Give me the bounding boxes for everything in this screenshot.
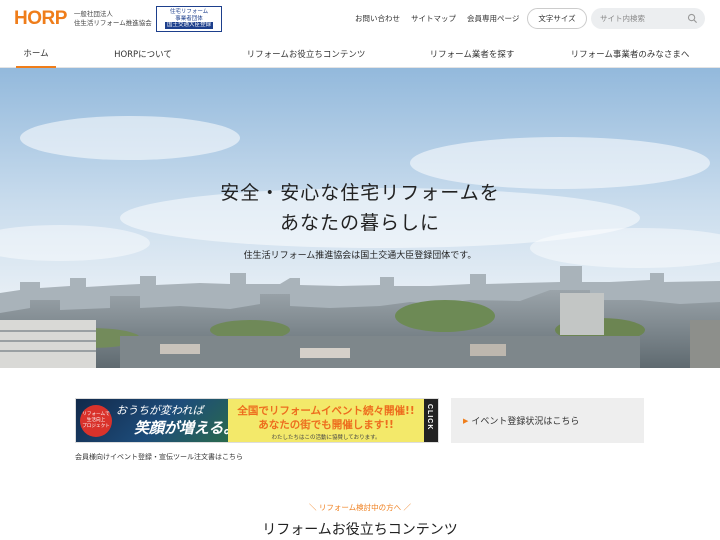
font-size-button[interactable]: 文字サイズ — [527, 8, 587, 29]
banner-headline-panel: 全国でリフォームイベント続々開催!! あなたの街でも開催します!! わたしたちは… — [228, 399, 424, 442]
event-status-label: イベント登録状況はこちら — [471, 417, 580, 427]
logo-mark: HORP — [14, 8, 67, 30]
contact-link[interactable]: お問い合わせ — [355, 13, 400, 24]
hero-title-line-1: 安全・安心な住宅リフォームを — [220, 182, 500, 204]
click-label: CLICK — [426, 404, 433, 431]
banner-note: わたしたちはこの活動に協賛しております。 — [271, 435, 381, 441]
nav-for-businesses[interactable]: リフォーム事業者のみなさまへ — [568, 40, 692, 68]
hero-title-line-2: あなたの暮らしに — [279, 212, 440, 234]
horp-logo[interactable]: HORP 一般社団法人 住生活リフォーム推進協会 — [14, 8, 152, 30]
registration-badge[interactable]: 住宅リフォーム 事業者団体 国土交通大臣登録 — [156, 6, 222, 32]
banner-campaign-panel: リフォームで 生活向上 プロジェクト おうちが変われば 笑顔が増える。 — [76, 399, 239, 442]
nav-reform-contents[interactable]: リフォームお役立ちコンテンツ — [240, 40, 372, 68]
hero-subtitle: 住生活リフォーム推進協会は国土交通大臣登録団体です。 — [243, 251, 477, 261]
caret-right-icon: ▶ — [463, 416, 469, 425]
nav-about[interactable]: HORPについて — [100, 40, 186, 68]
site-search — [591, 8, 705, 29]
member-page-link[interactable]: 会員専用ページ — [467, 13, 519, 24]
search-input[interactable] — [600, 11, 686, 26]
banner-headline-2: あなたの街でも開催します!! — [258, 419, 394, 431]
order-form-link[interactable]: 会員様向けイベント登録・宣伝ツール注文書はこちら — [75, 452, 243, 462]
org-name: 一般社団法人 住生活リフォーム推進協会 — [74, 10, 152, 28]
banner-click-tab: CLICK — [424, 399, 438, 442]
global-nav: ホーム HORPについて リフォームお役立ちコンテンツ リフォーム業者を探す リ… — [0, 40, 720, 68]
section-title: リフォームお役立ちコンテンツ — [262, 522, 458, 538]
site-header: HORP 一般社団法人 住生活リフォーム推進協会 住宅リフォーム 事業者団体 国… — [0, 0, 720, 38]
nav-home[interactable]: ホーム — [16, 40, 56, 68]
project-emblem: リフォームで 生活向上 プロジェクト — [80, 405, 112, 437]
emblem-line-3: プロジェクト — [82, 423, 110, 429]
hero-visual: 安全・安心な住宅リフォームを あなたの暮らしに 住生活リフォーム推進協会は国土交… — [0, 68, 720, 368]
badge-line-3: 国土交通大臣登録 — [164, 22, 213, 29]
sitemap-link[interactable]: サイトマップ — [411, 13, 456, 24]
section-eyebrow: ＼ リフォーム検討中の方へ ／ — [308, 503, 412, 512]
banner-slogan-1: おうちが変われば — [116, 404, 204, 417]
search-icon[interactable] — [687, 13, 698, 24]
logo-text: HORP — [14, 8, 67, 29]
org-line-2: 住生活リフォーム推進協会 — [73, 19, 152, 27]
org-line-1: 一般社団法人 — [73, 10, 113, 18]
nav-find-contractor[interactable]: リフォーム業者を探す — [418, 40, 526, 68]
banner-slogan-2: 笑顔が増える。 — [134, 419, 239, 437]
event-status-button[interactable]: ▶ イベント登録状況はこちら — [451, 398, 644, 443]
banner-headline-1: 全国でリフォームイベント続々開催!! — [237, 405, 415, 417]
event-banner[interactable]: リフォームで 生活向上 プロジェクト おうちが変われば 笑顔が増える。 全国でリ… — [75, 398, 439, 443]
